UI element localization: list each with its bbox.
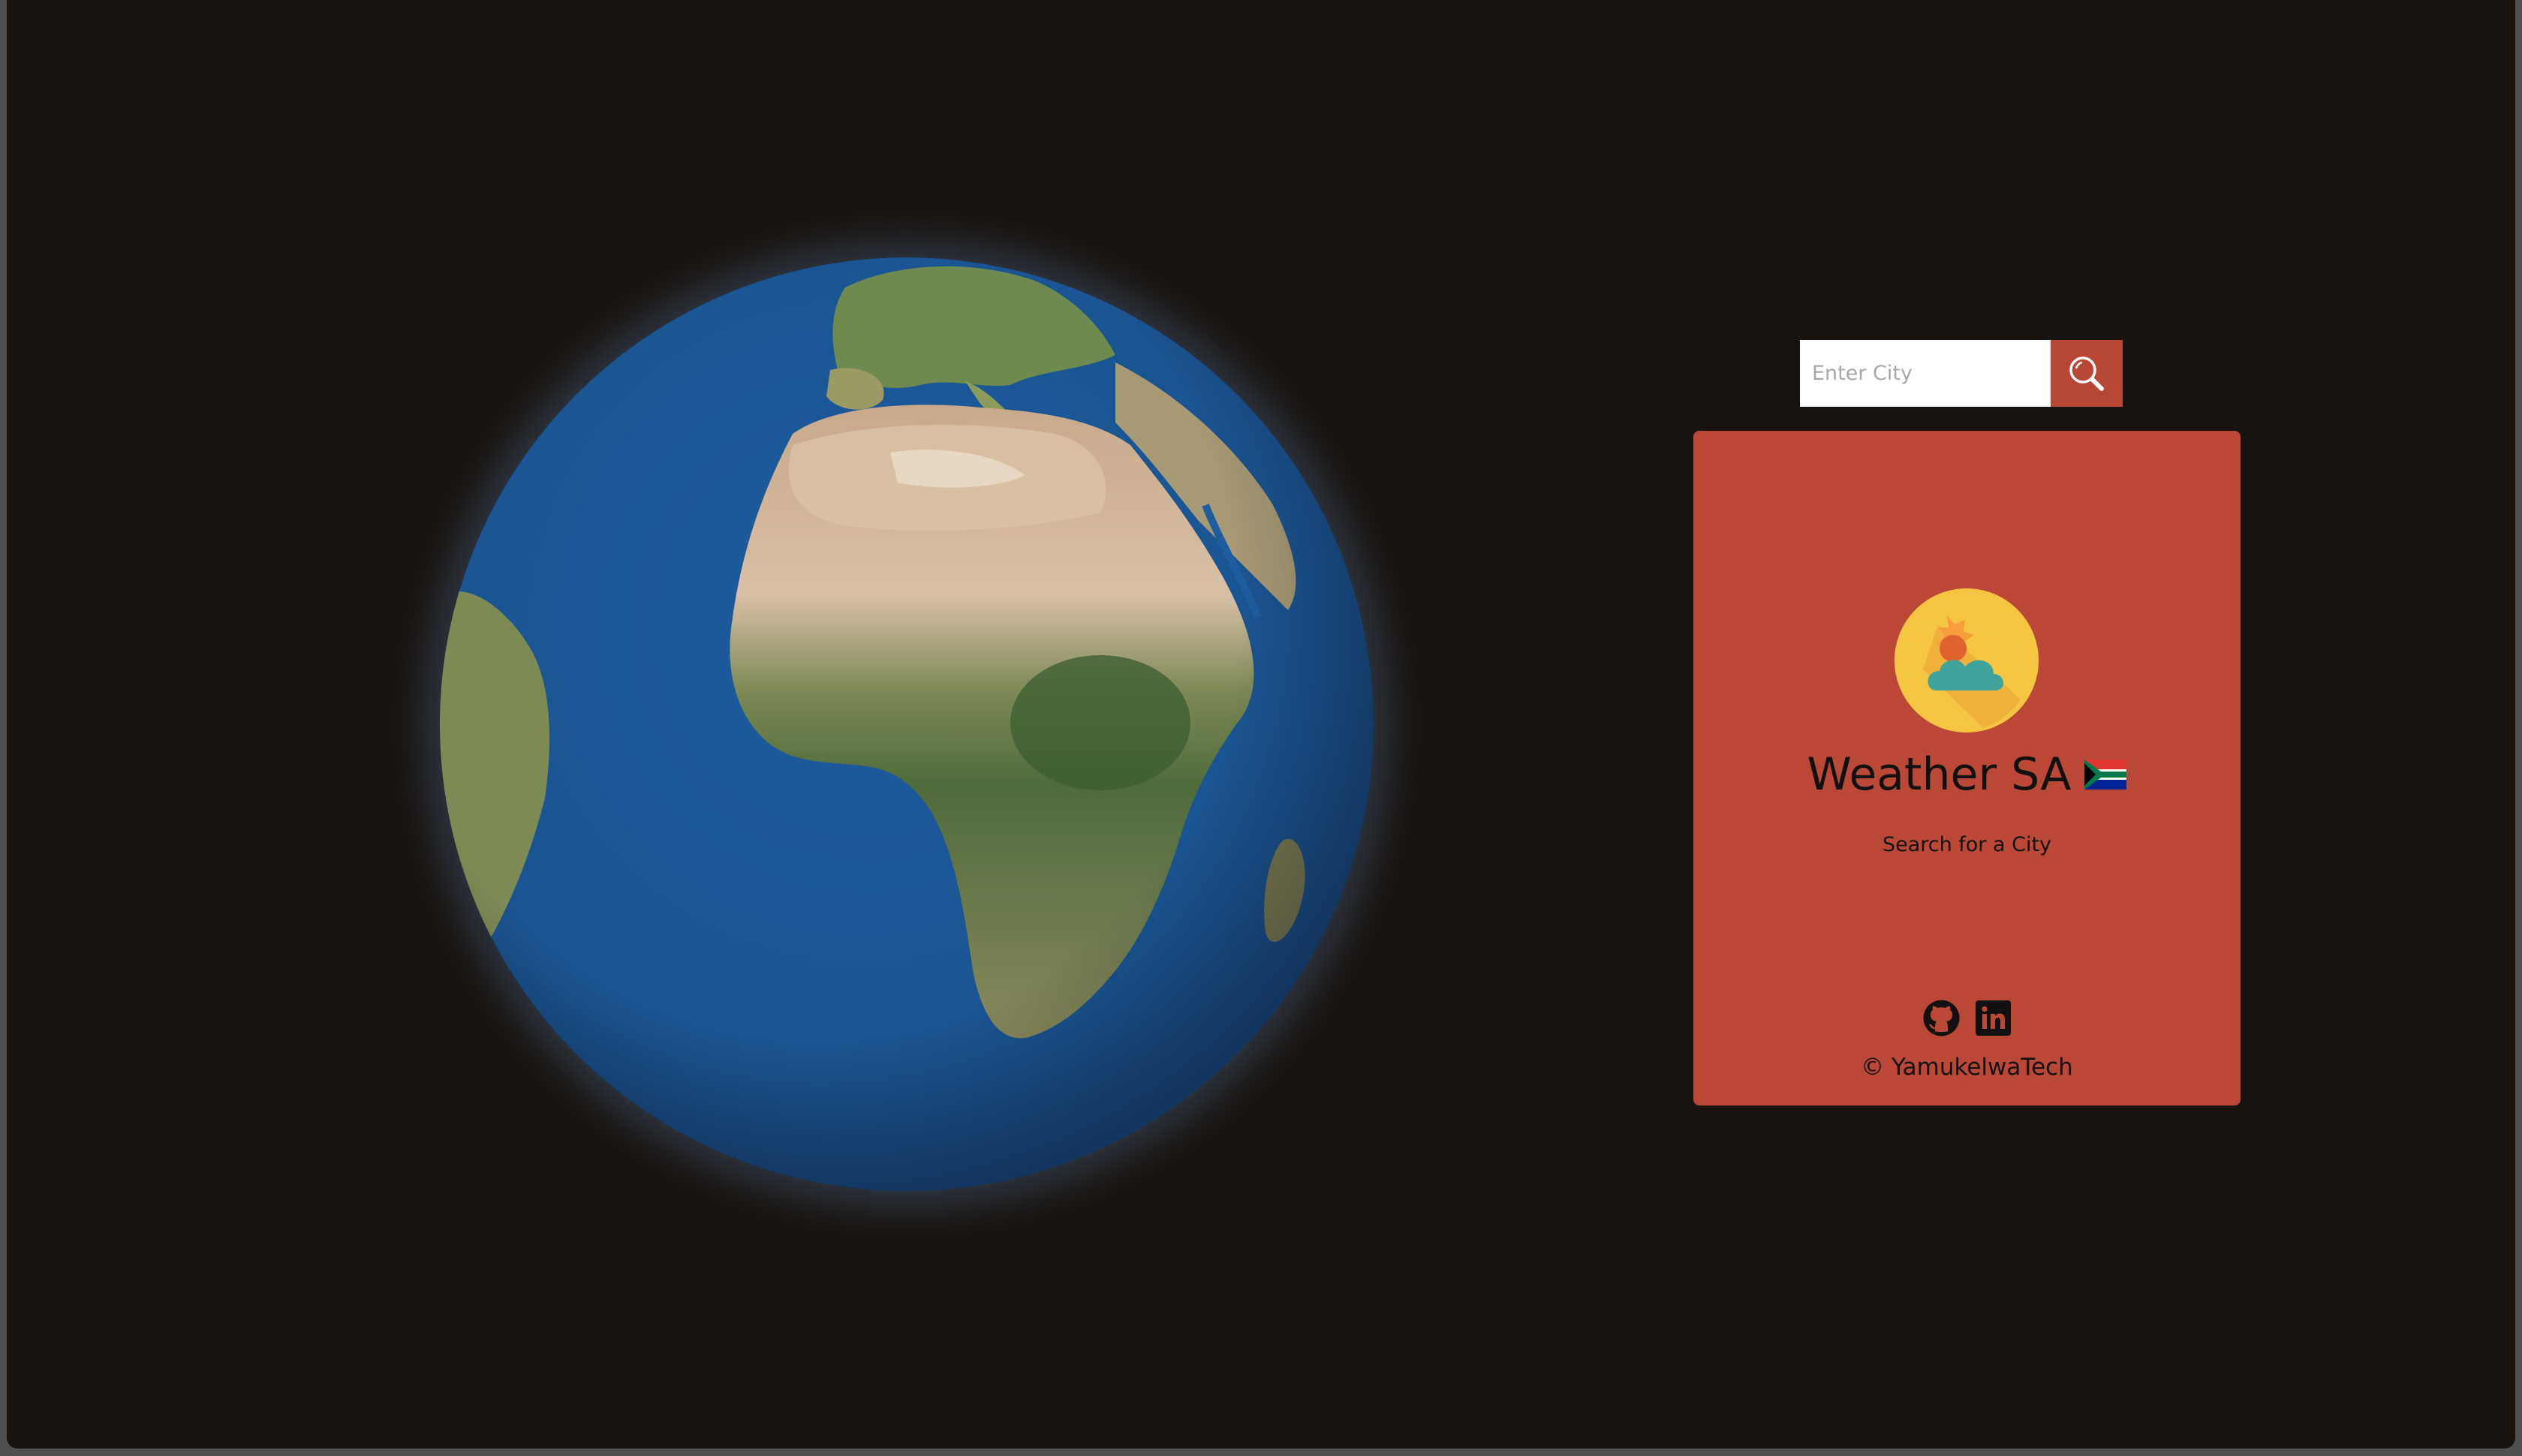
search-bar <box>1800 340 2123 407</box>
social-links <box>1693 1000 2241 1036</box>
partly-cloudy-icon <box>1893 587 2040 734</box>
city-search-input[interactable] <box>1800 340 2051 407</box>
github-icon <box>1923 1000 1959 1036</box>
weather-card: Weather SA Search for a City © Yamukelwa… <box>1693 431 2241 1106</box>
earth-globe-icon <box>440 257 1374 1191</box>
search-button[interactable] <box>2051 340 2123 407</box>
subtitle: Search for a City <box>1882 833 2052 856</box>
earth-globe[interactable] <box>440 257 1374 1191</box>
search-icon <box>2069 356 2104 391</box>
linkedin-icon <box>1975 1000 2011 1036</box>
footer-credit: © YamukelwaTech <box>1861 1054 2073 1081</box>
github-link[interactable] <box>1923 1000 1960 1036</box>
app-viewport: Weather SA Search for a City <box>7 0 2515 1448</box>
south-africa-flag-icon <box>2084 760 2127 790</box>
linkedin-link[interactable] <box>1975 1000 2012 1036</box>
app-title-text: Weather SA <box>1807 748 2072 801</box>
app-title: Weather SA <box>1693 752 2241 797</box>
